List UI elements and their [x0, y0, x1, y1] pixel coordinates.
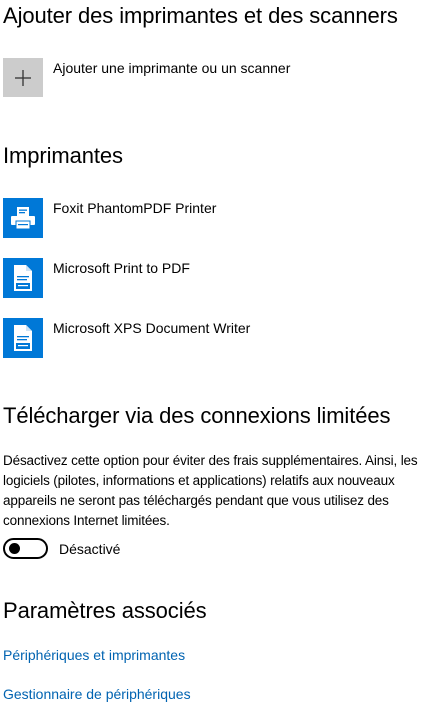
document-printer-icon: [14, 265, 32, 291]
printer-item-print-to-pdf[interactable]: Microsoft Print to PDF: [3, 258, 190, 298]
add-printers-heading: Ajouter des imprimantes et des scanners: [3, 3, 398, 28]
plus-icon: [15, 69, 31, 86]
add-printer-label: Ajouter une imprimante ou un scanner: [53, 60, 291, 76]
related-settings-heading: Paramètres associés: [3, 598, 207, 623]
printer-label: Microsoft Print to PDF: [53, 260, 190, 276]
document-printer-icon: [14, 325, 32, 351]
printer-tile: [3, 258, 43, 298]
toggle-knob: [9, 543, 20, 554]
printer-item-foxit[interactable]: Foxit PhantomPDF Printer: [3, 198, 216, 238]
toggle-state-label: Désactivé: [59, 540, 121, 557]
metered-download-heading: Télécharger via des connexions limitées: [3, 403, 391, 428]
add-tile[interactable]: [3, 58, 43, 97]
metered-toggle-row: Désactivé: [3, 538, 120, 559]
printer-tile: [3, 318, 43, 358]
printer-label: Microsoft XPS Document Writer: [53, 320, 251, 336]
metered-download-toggle[interactable]: [3, 538, 48, 559]
printer-item-xps-writer[interactable]: Microsoft XPS Document Writer: [3, 318, 250, 358]
printer-label: Foxit PhantomPDF Printer: [53, 200, 217, 216]
metered-description: Désactivez cette option pour éviter des …: [3, 453, 418, 528]
printers-scanners-settings-page: Ajouter des imprimantes et des scanners …: [0, 0, 448, 704]
printer-icon: [11, 207, 35, 230]
add-printer-button[interactable]: Ajouter une imprimante ou un scanner: [3, 58, 290, 97]
printers-heading: Imprimantes: [3, 143, 123, 168]
printer-tile: [3, 198, 43, 238]
device-manager-link[interactable]: Gestionnaire de périphériques: [3, 686, 191, 702]
devices-and-printers-link[interactable]: Périphériques et imprimantes: [3, 647, 185, 663]
